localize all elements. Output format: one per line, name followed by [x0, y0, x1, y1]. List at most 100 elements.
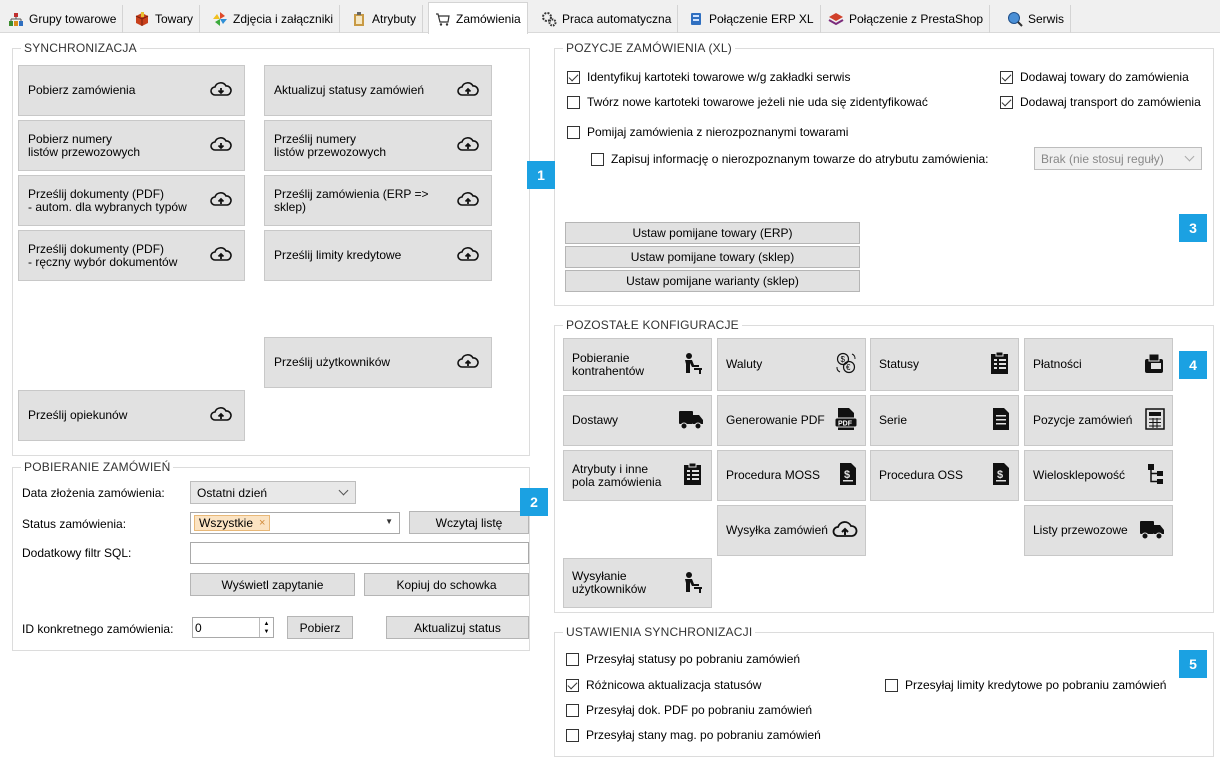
pobierz-zamowienia-button[interactable]: Pobierz zamówienia	[18, 65, 245, 116]
przeslij-opiekunow-button[interactable]: Prześlij opiekunów	[18, 390, 245, 441]
identify-products-checkbox[interactable]: Identyfikuj kartoteki towarowe w/g zakła…	[567, 70, 850, 84]
generowanie-pdf-button[interactable]: Generowanie PDF PDF	[717, 395, 866, 446]
add-products-checkbox[interactable]: Dodawaj towary do zamówienia	[1000, 70, 1189, 84]
checkbox-box[interactable]	[566, 652, 579, 666]
przeslij-dokumenty-autom-button[interactable]: Prześlij dokumenty (PDF) - autom. dla wy…	[18, 175, 245, 226]
register-icon	[1143, 352, 1165, 377]
pobierz-numery-listow-button[interactable]: Pobierz numery listów przewozowych	[18, 120, 245, 171]
cloud-upload-icon	[210, 190, 232, 211]
spinner-arrows-icon[interactable]: ▲ ▼	[259, 618, 273, 637]
database-icon	[688, 11, 704, 27]
checkbox-box[interactable]	[566, 728, 579, 742]
checkbox-box[interactable]	[566, 678, 579, 692]
przeslij-limity-kredytowe-button[interactable]: Prześlij limity kredytowe	[264, 230, 492, 281]
clipboard-icon	[351, 11, 367, 27]
atrybuty-pola-button[interactable]: Atrybuty i inne pola zamówienia	[563, 450, 712, 501]
pobieranie-kontrahentow-button[interactable]: Pobieranie kontrahentów	[563, 338, 712, 391]
tab-bar: Grupy towarowe Towary Zdjęcia i załączni…	[0, 0, 1220, 34]
show-query-button[interactable]: Wyświetl zapytanie	[190, 573, 355, 596]
dropdown-arrow-icon[interactable]: ▼	[385, 517, 393, 526]
status-token[interactable]: Wszystkie ×	[194, 515, 271, 531]
skip-products-erp-button[interactable]: Ustaw pomijane towary (ERP)	[565, 222, 860, 244]
clipboard-list-icon	[682, 462, 704, 489]
order-id-spinner[interactable]: 0 ▲ ▼	[192, 617, 274, 638]
document-icon	[991, 407, 1011, 434]
fetch-order-button[interactable]: Pobierz	[287, 616, 353, 639]
create-products-checkbox[interactable]: Twórz nowe kartoteki towarowe jeżeli nie…	[567, 95, 928, 109]
przeslij-uzytkownikow-button[interactable]: Prześlij użytkowników	[264, 337, 492, 388]
statusy-button[interactable]: Statusy	[870, 338, 1019, 391]
currency-exchange-icon: $ €	[834, 351, 858, 378]
procedura-oss-button[interactable]: Procedura OSS $	[870, 450, 1019, 501]
layers-icon	[828, 11, 844, 27]
skip-orders-checkbox[interactable]: Pomijaj zamówienia z nierozpoznanymi tow…	[567, 125, 848, 139]
tab-atrybuty[interactable]: Atrybuty	[345, 5, 424, 33]
tab-zamowienia[interactable]: Zamówienia	[428, 2, 528, 34]
send-stock-checkbox[interactable]: Przesyłaj stany mag. po pobraniu zamówie…	[566, 728, 821, 742]
remove-icon[interactable]: ×	[259, 517, 265, 529]
platnosci-button[interactable]: Płatności	[1024, 338, 1173, 391]
dostawy-button[interactable]: Dostawy	[563, 395, 712, 446]
callout-badge-2: 2	[520, 488, 548, 516]
tab-towary[interactable]: Towary	[128, 5, 201, 33]
other-config-title: POZOSTAŁE KONFIGURACJE	[563, 318, 742, 332]
send-pdf-checkbox[interactable]: Przesyłaj dok. PDF po pobraniu zamówień	[566, 703, 812, 717]
diff-status-update-checkbox[interactable]: Różnicowa aktualizacja statusów	[566, 678, 761, 692]
svg-text:€: €	[846, 363, 851, 372]
pdf-icon: PDF	[834, 407, 858, 434]
chevron-down-icon	[1184, 151, 1195, 162]
date-select[interactable]: Ostatni dzień	[190, 481, 356, 504]
send-statuses-checkbox[interactable]: Przesyłaj statusy po pobraniu zamówień	[566, 652, 800, 666]
tab-polaczenie-erp[interactable]: Połączenie ERP XL	[682, 5, 821, 33]
update-status-button[interactable]: Aktualizuj status	[386, 616, 529, 639]
checkbox-box[interactable]	[1000, 95, 1013, 109]
przeslij-dokumenty-reczny-button[interactable]: Prześlij dokumenty (PDF) - ręczny wybór …	[18, 230, 245, 281]
add-transport-checkbox[interactable]: Dodawaj transport do zamówienia	[1000, 95, 1214, 109]
svg-text:PDF: PDF	[838, 421, 853, 428]
status-label: Status zamówienia:	[22, 517, 127, 531]
attribute-select[interactable]: Brak (nie stosuj reguły)	[1034, 147, 1202, 170]
pozycje-zamowien-button[interactable]: Pozycje zamówień	[1024, 395, 1173, 446]
save-unknown-product-checkbox[interactable]: Zapisuj informację o nierozpoznanym towa…	[591, 152, 989, 166]
callout-badge-4: 4	[1179, 351, 1207, 379]
listy-przewozowe-button[interactable]: Listy przewozowe	[1024, 505, 1173, 556]
dollar-doc-icon: $	[838, 462, 858, 489]
tab-praca-automatyczna[interactable]: Praca automatyczna	[535, 5, 679, 33]
svg-text:$: $	[997, 469, 1003, 481]
checkbox-box[interactable]	[566, 703, 579, 717]
przeslij-zamowienia-erp-button[interactable]: Prześlij zamówienia (ERP => sklep)	[264, 175, 492, 226]
status-multiselect[interactable]: Wszystkie × ▼	[190, 512, 400, 534]
checkbox-box[interactable]	[567, 70, 580, 84]
tab-zdjecia[interactable]: Zdjęcia i załączniki	[206, 5, 341, 33]
cloud-download-icon	[210, 80, 232, 101]
wysylanie-uzytkownikow-button[interactable]: Wysyłanie użytkowników	[563, 558, 712, 608]
cloud-upload-icon	[832, 519, 858, 542]
send-credit-limits-checkbox[interactable]: Przesyłaj limity kredytowe po pobraniu z…	[885, 678, 1166, 692]
cloud-upload-icon	[210, 405, 232, 426]
checkbox-box[interactable]	[591, 152, 604, 166]
serie-button[interactable]: Serie	[870, 395, 1019, 446]
przeslij-numery-listow-button[interactable]: Prześlij numery listów przewozowych	[264, 120, 492, 171]
cloud-upload-icon	[457, 245, 479, 266]
load-list-button[interactable]: Wczytaj listę	[409, 511, 529, 534]
truck-icon	[1139, 518, 1165, 543]
skip-products-shop-button[interactable]: Ustaw pomijane towary (sklep)	[565, 246, 860, 268]
procedura-moss-button[interactable]: Procedura MOSS $	[717, 450, 866, 501]
aktualizuj-statusy-button[interactable]: Aktualizuj statusy zamówień	[264, 65, 492, 116]
waluty-button[interactable]: Waluty $ €	[717, 338, 866, 391]
wielosklepowosc-button[interactable]: Wielosklepowość	[1024, 450, 1173, 501]
calculator-icon	[1145, 408, 1165, 433]
tab-serwis[interactable]: Serwis	[1001, 5, 1072, 33]
skip-variants-shop-button[interactable]: Ustaw pomijane warianty (sklep)	[565, 270, 860, 292]
checkbox-box[interactable]	[885, 678, 898, 692]
callout-badge-3: 3	[1179, 214, 1207, 242]
tab-grupy-towarowe[interactable]: Grupy towarowe	[2, 5, 124, 33]
wysylka-zamowien-button[interactable]: Wysyłka zamówień	[717, 505, 866, 556]
checkbox-box[interactable]	[1000, 70, 1013, 84]
person-desk-icon	[680, 351, 704, 378]
copy-clipboard-button[interactable]: Kopiuj do schowka	[364, 573, 529, 596]
sql-filter-input[interactable]	[190, 542, 529, 564]
checkbox-box[interactable]	[567, 125, 580, 139]
tab-polaczenie-prestashop[interactable]: Połączenie z PrestaShop	[822, 5, 991, 33]
checkbox-box[interactable]	[567, 95, 580, 109]
